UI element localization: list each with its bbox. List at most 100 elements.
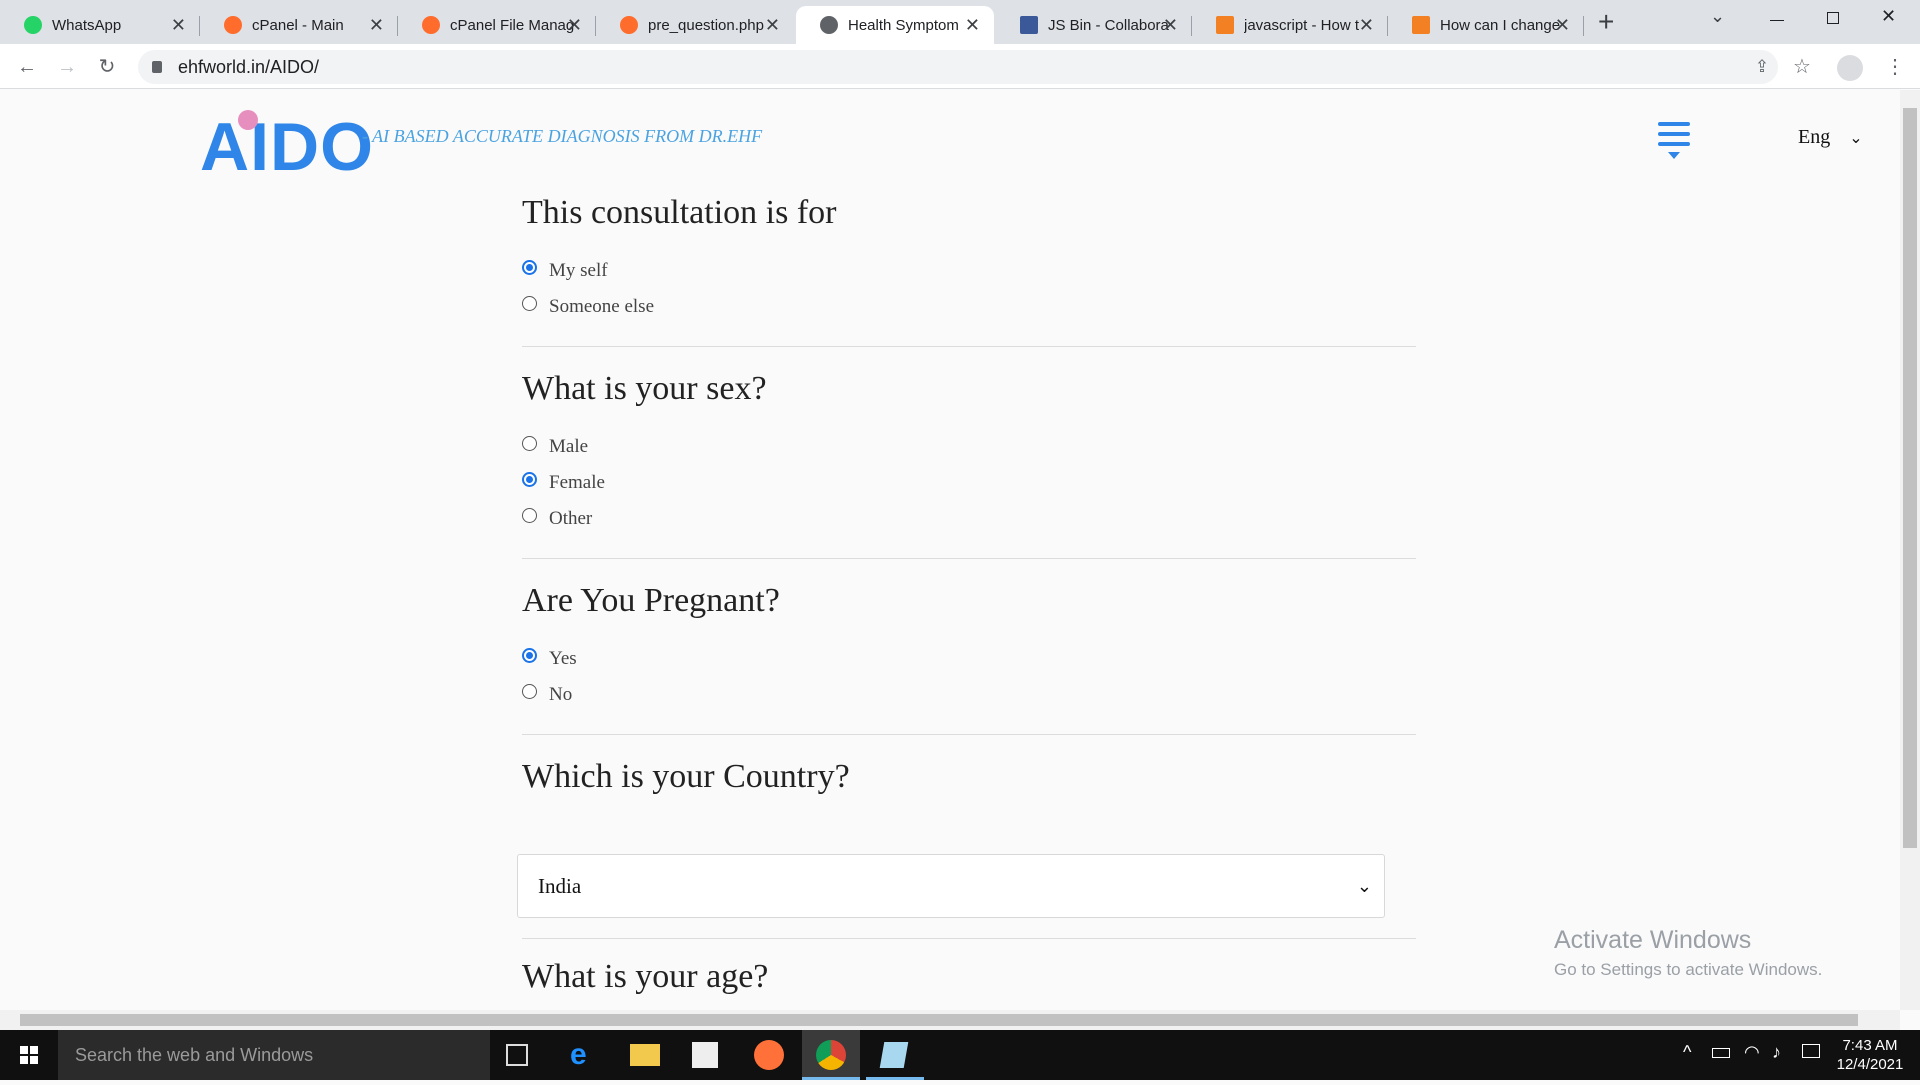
close-icon[interactable]: ✕ bbox=[1163, 15, 1178, 36]
maximize-icon[interactable] bbox=[1827, 12, 1839, 24]
divider bbox=[522, 558, 1416, 559]
language-select[interactable]: Eng ⌄ bbox=[1798, 126, 1863, 149]
clock-date: 12/4/2021 bbox=[1836, 1056, 1904, 1073]
radio-button[interactable] bbox=[522, 259, 537, 275]
notepad-icon bbox=[879, 1042, 909, 1068]
close-icon[interactable]: ✕ bbox=[965, 15, 980, 36]
notifications-icon[interactable] bbox=[1802, 1044, 1820, 1058]
file-explorer-icon[interactable] bbox=[630, 1044, 660, 1066]
new-tab-icon[interactable]: + bbox=[1598, 6, 1614, 38]
question-title: This consultation is for bbox=[522, 194, 837, 231]
scrollbar-thumb[interactable] bbox=[1903, 108, 1917, 848]
edge-icon[interactable]: e bbox=[570, 1040, 600, 1070]
question-country: Which is your Country? bbox=[522, 758, 850, 796]
tagline: - AI BASED ACCURATE DIAGNOSIS FROM DR.EH… bbox=[362, 126, 763, 146]
tab-health-symptom[interactable]: Health Symptom ✕ bbox=[796, 6, 994, 44]
task-view-icon[interactable] bbox=[506, 1044, 528, 1066]
radio-button[interactable] bbox=[522, 647, 537, 663]
tab-search-icon[interactable]: ⌄ bbox=[1710, 6, 1725, 27]
option-other[interactable]: Other bbox=[522, 507, 593, 530]
close-window-icon[interactable]: ✕ bbox=[1881, 6, 1896, 27]
reload-icon[interactable]: ↻ bbox=[92, 52, 122, 82]
firefox-icon[interactable] bbox=[754, 1040, 784, 1070]
battery-icon[interactable] bbox=[1712, 1048, 1730, 1058]
browser-tab-strip: WhatsApp ✕ cPanel - Main ✕ cPanel File M… bbox=[0, 0, 1920, 44]
radio-button[interactable] bbox=[522, 295, 537, 311]
store-icon[interactable] bbox=[692, 1042, 718, 1068]
aido-logo[interactable]: AIDO bbox=[200, 108, 374, 186]
question-title: Are You Pregnant? bbox=[522, 582, 780, 619]
tab-title: cPanel - Main bbox=[252, 16, 344, 34]
option-someone-else[interactable]: Someone else bbox=[522, 295, 654, 318]
option-yes[interactable]: Yes bbox=[522, 647, 577, 670]
option-no[interactable]: No bbox=[522, 683, 573, 706]
question-title: Which is your Country? bbox=[522, 758, 850, 795]
radio-button[interactable] bbox=[522, 471, 537, 487]
radio-button[interactable] bbox=[522, 683, 537, 699]
menu-kebab-icon[interactable]: ⋮ bbox=[1880, 52, 1910, 82]
option-female[interactable]: Female bbox=[522, 471, 605, 494]
forward-icon[interactable]: → bbox=[52, 52, 82, 82]
chevron-up-icon[interactable]: ^ bbox=[1683, 1042, 1691, 1063]
country-value: India bbox=[538, 873, 582, 898]
cpanel-icon bbox=[422, 16, 440, 34]
tab-title: WhatsApp bbox=[52, 16, 122, 34]
tab-title: cPanel File Manag bbox=[450, 16, 575, 34]
hamburger-menu-icon[interactable] bbox=[1658, 122, 1690, 159]
bookmark-star-icon[interactable]: ☆ bbox=[1787, 52, 1817, 82]
scrollbar-thumb[interactable] bbox=[20, 1014, 1858, 1026]
back-icon[interactable]: ← bbox=[12, 52, 42, 82]
stackoverflow-icon bbox=[1412, 16, 1430, 34]
stackoverflow-icon bbox=[1216, 16, 1234, 34]
taskbar-clock[interactable]: 7:43 AM 12/4/2021 bbox=[1830, 1036, 1910, 1074]
question-age: What is your age? bbox=[522, 958, 768, 996]
option-label: No bbox=[549, 684, 573, 705]
close-icon[interactable]: ✕ bbox=[765, 15, 780, 36]
tab-title: Health Symptom bbox=[848, 16, 959, 34]
tab-cpanel-file-manager[interactable]: cPanel File Manag ✕ bbox=[398, 6, 596, 44]
tab-pre-question[interactable]: pre_question.php ✕ bbox=[596, 6, 794, 44]
divider bbox=[522, 346, 1416, 347]
profile-avatar-icon[interactable] bbox=[1837, 55, 1863, 81]
option-label: Female bbox=[549, 472, 605, 493]
share-icon[interactable]: ⇪ bbox=[1747, 52, 1777, 82]
chrome-taskbar-button[interactable] bbox=[802, 1030, 860, 1080]
wifi-icon[interactable]: ◠ bbox=[1744, 1042, 1760, 1063]
country-select[interactable]: India ⌄ bbox=[517, 854, 1385, 918]
page-content: AIDO - AI BASED ACCURATE DIAGNOSIS FROM … bbox=[0, 90, 1900, 1010]
chrome-icon bbox=[816, 1040, 846, 1070]
taskbar-search-input[interactable]: Search the web and Windows bbox=[58, 1030, 490, 1080]
start-button[interactable] bbox=[0, 1030, 58, 1080]
globe-icon bbox=[820, 16, 838, 34]
question-title: What is your sex? bbox=[522, 370, 767, 407]
close-icon[interactable]: ✕ bbox=[1359, 15, 1374, 36]
option-myself[interactable]: My self bbox=[522, 259, 608, 282]
radio-button[interactable] bbox=[522, 507, 537, 523]
minimize-icon[interactable] bbox=[1770, 20, 1784, 21]
tab-how-can-i-change[interactable]: How can I change ✕ bbox=[1388, 6, 1584, 44]
close-icon[interactable]: ✕ bbox=[567, 15, 582, 36]
close-icon[interactable]: ✕ bbox=[1555, 15, 1570, 36]
volume-icon[interactable]: ♪ bbox=[1772, 1042, 1781, 1063]
divider bbox=[522, 938, 1416, 939]
tab-whatsapp[interactable]: WhatsApp ✕ bbox=[0, 6, 200, 44]
lock-icon bbox=[152, 61, 162, 73]
option-label: Other bbox=[549, 508, 593, 529]
activate-windows-title: Activate Windows bbox=[1554, 926, 1752, 954]
tab-cpanel-main[interactable]: cPanel - Main ✕ bbox=[200, 6, 398, 44]
vertical-scrollbar[interactable] bbox=[1900, 90, 1920, 1010]
url-input[interactable]: ehfworld.in/AIDO/ bbox=[138, 50, 1778, 84]
tab-javascript-stackoverflow[interactable]: javascript - How t ✕ bbox=[1192, 6, 1388, 44]
app-taskbar-button[interactable] bbox=[866, 1030, 924, 1080]
radio-button[interactable] bbox=[522, 435, 537, 451]
option-male[interactable]: Male bbox=[522, 435, 588, 458]
tab-title: javascript - How t bbox=[1244, 16, 1360, 34]
horizontal-scrollbar[interactable] bbox=[0, 1010, 1900, 1030]
url-text: ehfworld.in/AIDO/ bbox=[178, 56, 320, 77]
brain-icon bbox=[238, 110, 258, 130]
tab-title: pre_question.php bbox=[648, 16, 764, 34]
caret-down-icon bbox=[1668, 152, 1680, 159]
tab-jsbin[interactable]: JS Bin - Collabora ✕ bbox=[996, 6, 1192, 44]
close-icon[interactable]: ✕ bbox=[171, 15, 186, 36]
close-icon[interactable]: ✕ bbox=[369, 15, 384, 36]
